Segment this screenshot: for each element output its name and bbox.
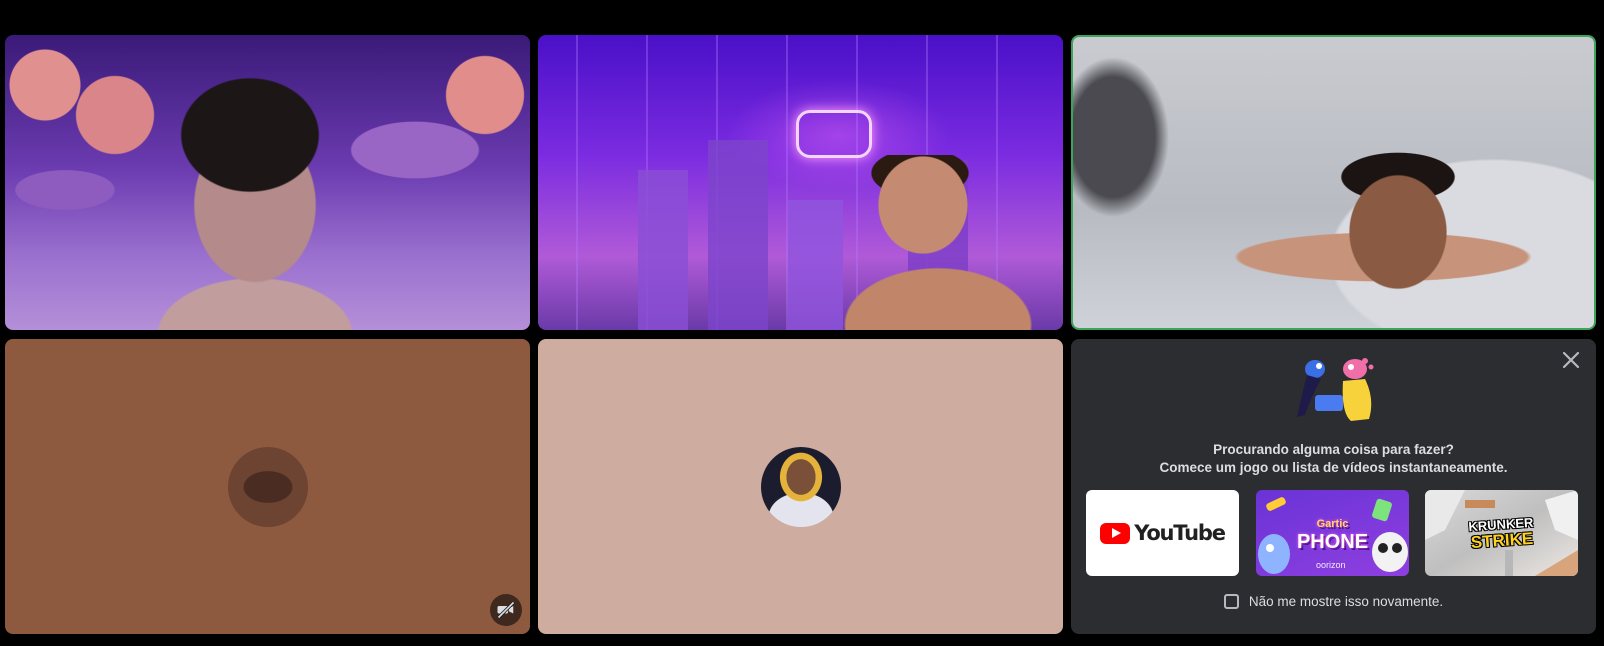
krunker-strike-logo: KRUNKER STRIKE (1468, 515, 1535, 553)
activity-krunker-strike-card[interactable]: KRUNKER STRIKE (1425, 490, 1578, 576)
participant-tile-5[interactable] (538, 339, 1063, 634)
close-icon[interactable] (1560, 349, 1582, 371)
participant-video-tile-3-speaking[interactable] (1071, 35, 1596, 330)
dont-show-again-row[interactable]: Não me mostre isso novamente. (1071, 594, 1596, 609)
gartic-phone-logo: Gartic PHONE (1296, 515, 1369, 553)
strike-logo-text: STRIKE (1470, 528, 1534, 553)
activity-prompt: Procurando alguma coisa para fazer? Come… (1071, 441, 1596, 477)
dont-show-again-label[interactable]: Não me mostre isso novamente. (1249, 594, 1443, 609)
participant-person (155, 75, 355, 330)
participant-tile-4[interactable] (5, 339, 530, 634)
activity-mascot-illustration (1297, 358, 1374, 421)
activity-suggestion-panel: Procurando alguma coisa para fazer? Come… (1071, 339, 1596, 634)
brand-label: oorizon (1316, 560, 1346, 570)
phone-logo-text: PHONE (1296, 531, 1369, 553)
activity-list: YouTube Gartic PHONE oorizon KRUNKER STR… (1086, 490, 1581, 576)
avatar (227, 446, 308, 527)
prompt-line-2: Comece um jogo ou lista de vídeos instan… (1159, 460, 1508, 475)
youtube-play-icon (1100, 522, 1131, 544)
camera-off-icon (490, 594, 522, 626)
participant-video-tile-1[interactable] (5, 35, 530, 330)
activity-gartic-phone-card[interactable]: Gartic PHONE oorizon (1256, 490, 1409, 576)
prompt-line-1: Procurando alguma coisa para fazer? (1213, 442, 1454, 457)
neon-robot-sign (796, 110, 872, 158)
participant-person (1123, 147, 1593, 328)
avatar (760, 446, 841, 527)
participant-video-tile-2[interactable] (538, 35, 1063, 330)
youtube-logo-text: YouTube (1134, 521, 1226, 545)
dont-show-again-checkbox[interactable] (1223, 594, 1239, 609)
youtube-logo: YouTube (1100, 521, 1226, 545)
activity-youtube-card[interactable]: YouTube (1086, 490, 1239, 576)
participant-person (828, 155, 1058, 330)
